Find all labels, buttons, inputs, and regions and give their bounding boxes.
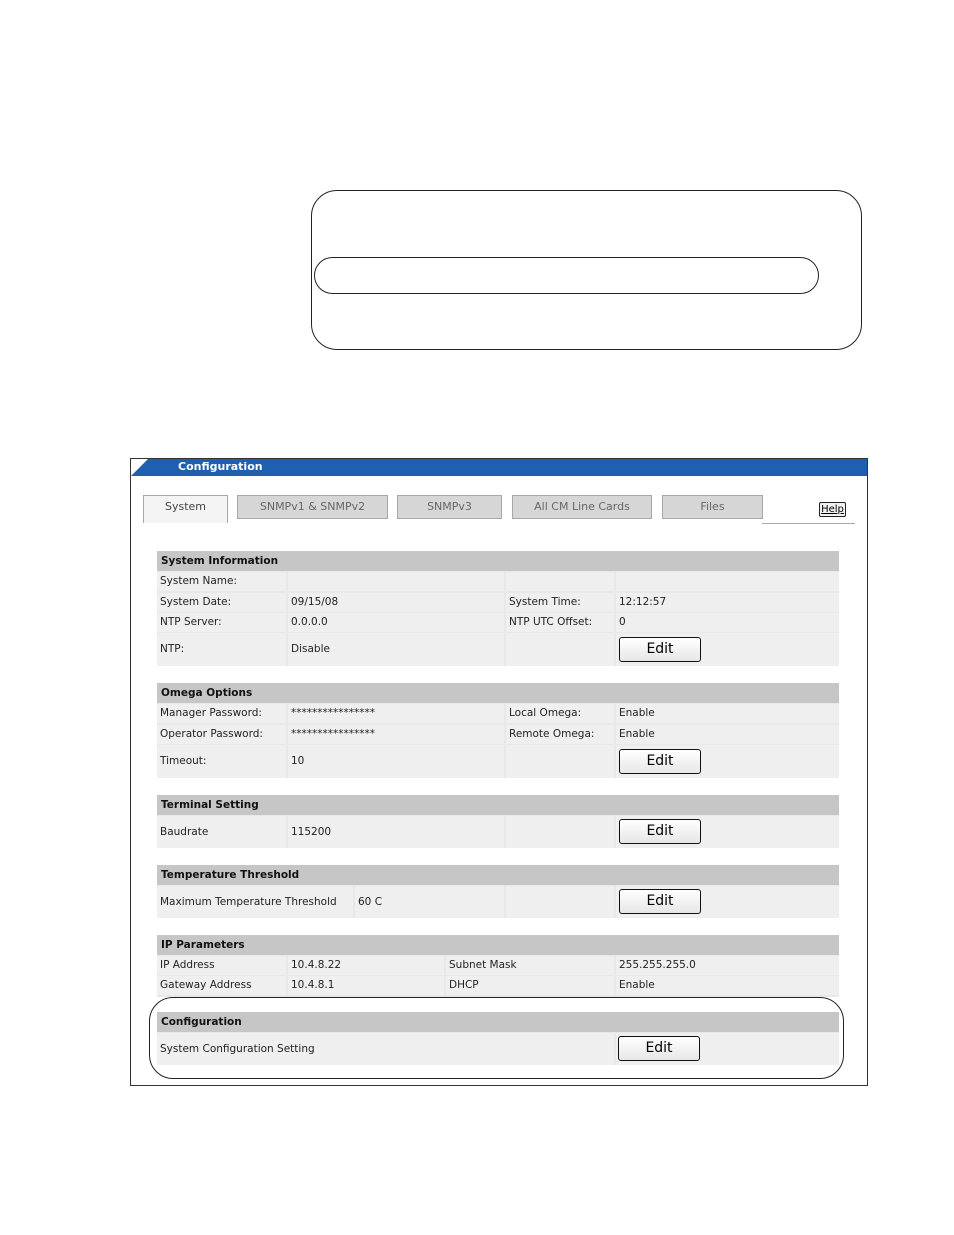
timeout-label: Timeout: xyxy=(157,745,286,778)
gateway-address-value: 10.4.8.1 xyxy=(288,976,444,995)
ip-address-label: IP Address xyxy=(157,956,286,975)
edit-temperature-threshold-button[interactable]: Edit xyxy=(619,889,701,914)
configuration-window: Configuration System SNMPv1 & SNMPv2 SNM… xyxy=(130,458,868,1086)
ip-address-value: 10.4.8.22 xyxy=(288,956,444,975)
operator-password-value: **************** xyxy=(288,725,504,744)
ntp-label: NTP: xyxy=(157,633,286,666)
edit-system-information-button[interactable]: Edit xyxy=(619,637,701,662)
baudrate-value: 115200 xyxy=(288,816,504,848)
subnet-mask-label: Subnet Mask xyxy=(446,956,614,975)
configuration-section: Configuration System Configuration Setti… xyxy=(157,1012,839,1065)
temperature-threshold-section: Temperature Threshold Maximum Temperatur… xyxy=(157,865,839,918)
system-name-value xyxy=(288,572,504,591)
edit-omega-options-button[interactable]: Edit xyxy=(619,749,701,774)
max-temperature-value: 60 C xyxy=(355,886,504,918)
ntp-utc-offset-value: 0 xyxy=(616,613,839,632)
ntp-utc-offset-label: NTP UTC Offset: xyxy=(506,613,614,632)
window-title: Configuration xyxy=(178,460,263,473)
gateway-address-label: Gateway Address xyxy=(157,976,286,995)
system-information-section: System Information System Name: System D… xyxy=(157,551,839,666)
ntp-server-value: 0.0.0.0 xyxy=(288,613,504,632)
tab-system[interactable]: System xyxy=(143,495,228,523)
manager-password-label: Manager Password: xyxy=(157,704,286,723)
system-name-label: System Name: xyxy=(157,572,286,591)
tab-snmpv1-snmpv2[interactable]: SNMPv1 & SNMPv2 xyxy=(237,495,388,519)
ntp-server-label: NTP Server: xyxy=(157,613,286,632)
manager-password-value: **************** xyxy=(288,704,504,723)
local-omega-value: Enable xyxy=(616,704,839,723)
section-heading: Configuration xyxy=(157,1012,839,1032)
callout-pill xyxy=(314,257,819,294)
max-temperature-label: Maximum Temperature Threshold xyxy=(157,886,353,918)
section-heading: IP Parameters xyxy=(157,935,839,955)
section-heading: System Information xyxy=(157,551,839,571)
system-time-label: System Time: xyxy=(506,593,614,612)
dhcp-label: DHCP xyxy=(446,976,614,995)
tab-files[interactable]: Files xyxy=(662,495,763,519)
empty-cell xyxy=(506,572,614,591)
tab-underline xyxy=(762,523,855,524)
system-date-label: System Date: xyxy=(157,593,286,612)
empty-cell xyxy=(506,633,614,666)
baudrate-label: Baudrate xyxy=(157,816,286,848)
ntp-value: Disable xyxy=(288,633,504,666)
system-date-value: 09/15/08 xyxy=(288,593,504,612)
operator-password-label: Operator Password: xyxy=(157,725,286,744)
tab-all-cm-line-cards[interactable]: All CM Line Cards xyxy=(512,495,652,519)
remote-omega-label: Remote Omega: xyxy=(506,725,614,744)
title-bar-corner xyxy=(131,459,148,476)
dhcp-value: Enable xyxy=(616,976,839,995)
help-button[interactable]: Help xyxy=(819,502,846,517)
section-heading: Omega Options xyxy=(157,683,839,703)
title-bar: Configuration xyxy=(131,459,867,476)
empty-cell xyxy=(506,745,614,778)
empty-cell xyxy=(616,572,839,591)
timeout-value: 10 xyxy=(288,745,504,778)
empty-cell xyxy=(506,886,614,918)
system-time-value: 12:12:57 xyxy=(616,593,839,612)
ip-parameters-section: IP Parameters IP Address 10.4.8.22 Subne… xyxy=(157,935,839,997)
omega-options-section: Omega Options Manager Password: ********… xyxy=(157,683,839,778)
system-configuration-setting-label: System Configuration Setting xyxy=(157,1033,614,1065)
edit-terminal-setting-button[interactable]: Edit xyxy=(619,819,701,844)
remote-omega-value: Enable xyxy=(616,725,839,744)
empty-cell xyxy=(506,816,614,848)
terminal-setting-section: Terminal Setting Baudrate 115200 Edit xyxy=(157,795,839,848)
local-omega-label: Local Omega: xyxy=(506,704,614,723)
section-heading: Terminal Setting xyxy=(157,795,839,815)
section-heading: Temperature Threshold xyxy=(157,865,839,885)
tab-snmpv3[interactable]: SNMPv3 xyxy=(397,495,502,519)
edit-configuration-button[interactable]: Edit xyxy=(618,1036,700,1061)
subnet-mask-value: 255.255.255.0 xyxy=(616,956,839,975)
